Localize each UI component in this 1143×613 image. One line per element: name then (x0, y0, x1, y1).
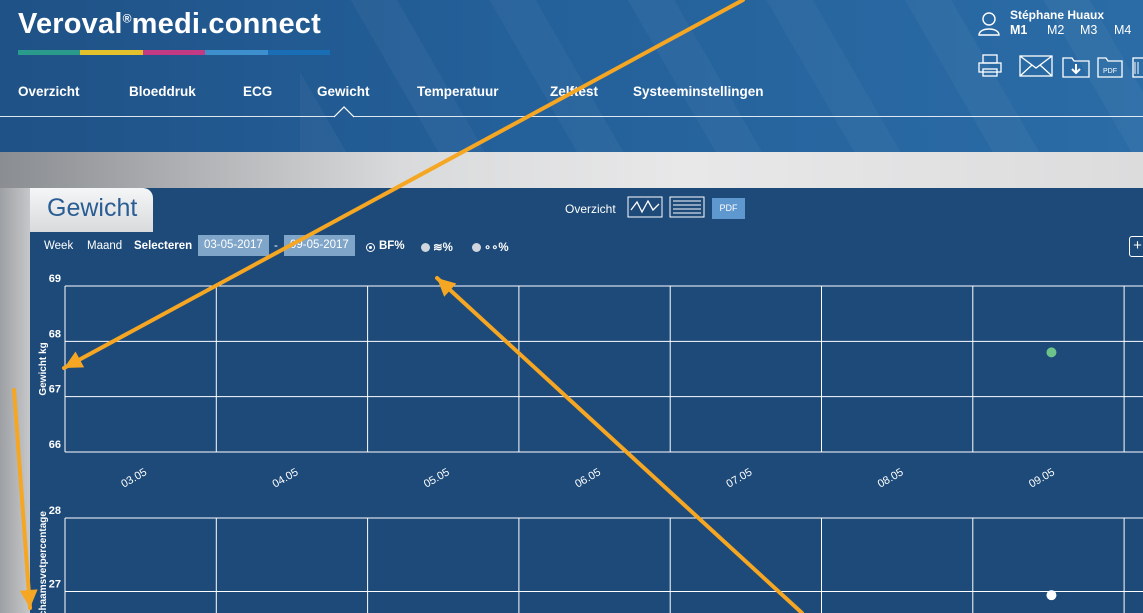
table-icon[interactable] (669, 196, 705, 218)
y-tick-label: 28 (49, 505, 61, 517)
nav-bloeddruk[interactable]: Bloeddruk (129, 84, 196, 99)
y-tick-label: 69 (49, 273, 61, 285)
radio-water[interactable] (421, 243, 430, 252)
memory-m4[interactable]: M4 (1114, 23, 1131, 37)
x-tick-label: 04.05 (271, 466, 301, 490)
main-nav: Overzicht Bloeddruk ECG Gewicht Temperat… (0, 84, 1143, 116)
user-name[interactable]: Stéphane Huaux (1010, 8, 1104, 22)
nav-overzicht[interactable]: Overzicht (18, 84, 80, 99)
nav-zelftest[interactable]: Zelftest (550, 84, 598, 99)
radio-muscle-label: ∘∘% (484, 242, 509, 254)
nav-ecg[interactable]: ECG (243, 84, 272, 99)
date-separator: - (274, 240, 278, 252)
x-tick-label: 03.05 (119, 466, 149, 490)
range-month[interactable]: Maand (87, 240, 122, 252)
pdf-button[interactable]: PDF (712, 198, 745, 219)
nav-systeeminstellingen[interactable]: Systeeminstellingen (633, 84, 764, 99)
radio-bf-label: BF% (379, 240, 405, 252)
memory-m3[interactable]: M3 (1080, 23, 1097, 37)
memory-m1[interactable]: M1 (1010, 23, 1027, 37)
download-folder-icon[interactable] (1062, 54, 1090, 78)
date-from-input[interactable]: 03-05-2017 (198, 235, 269, 256)
color-bar-segment (18, 50, 81, 55)
weight-charts: 69 68 67 66 Gewicht kg 28 27Lichaamsvetpercent… (38, 273, 1143, 613)
toolbar-strip (0, 152, 1143, 188)
nav-underline (0, 116, 1143, 117)
x-tick-label: 09.05 (1027, 466, 1057, 490)
y-tick-label: 68 (49, 328, 61, 340)
more-icon[interactable] (1132, 54, 1143, 78)
logo-color-bar (18, 50, 331, 55)
nav-temperatuur[interactable]: Temperatuur (417, 84, 499, 99)
range-select[interactable]: Selecteren (134, 240, 192, 252)
radio-water-label: ≋% (433, 242, 453, 254)
x-tick-label: 05.05 (422, 466, 452, 490)
nav-gewicht[interactable]: Gewicht (317, 84, 370, 99)
overview-label: Overzicht (565, 202, 616, 216)
radio-bf[interactable] (366, 243, 375, 252)
x-tick-label: 06.05 (573, 466, 603, 490)
range-week[interactable]: Week (44, 240, 73, 252)
x-tick-label: 07.05 (724, 466, 754, 490)
logo-product: medi.connect (131, 8, 321, 40)
svg-text:PDF: PDF (1103, 68, 1117, 75)
line-chart-icon[interactable] (627, 196, 663, 218)
x-tick-label: 08.05 (876, 466, 906, 490)
pdf-icon[interactable]: PDF (1097, 54, 1123, 78)
color-bar-segment (80, 50, 143, 55)
data-point (1046, 590, 1057, 601)
user-icon[interactable] (977, 11, 1001, 37)
panel-title-tab: Gewicht (30, 188, 153, 232)
y-tick-label: 67 (49, 384, 61, 396)
left-gutter (0, 188, 30, 613)
y-tick-label: 27 (49, 579, 61, 591)
active-tab-indicator (334, 106, 354, 118)
printer-icon[interactable] (977, 54, 1003, 78)
date-to-input[interactable]: 09-05-2017 (284, 235, 355, 256)
y-axis-label: Gewicht kg (38, 342, 49, 395)
app-logo: Veroval®medi.connect (18, 8, 321, 40)
mail-icon[interactable] (1019, 54, 1053, 78)
logo-brand: Veroval (18, 8, 123, 40)
color-bar-segment (142, 50, 206, 55)
add-button[interactable]: + (1129, 236, 1143, 257)
weight-panel: 69 68 67 66 Gewicht kg 28 27 Lichaamsvetpercent… (30, 188, 1143, 613)
panel-title: Gewicht (47, 194, 138, 222)
app-header: Veroval®medi.connect Overzicht Bloeddruk… (0, 0, 1143, 152)
color-bar-segment (267, 50, 331, 55)
radio-muscle[interactable] (472, 243, 481, 252)
memory-m2[interactable]: M2 (1047, 23, 1064, 37)
data-point (1046, 347, 1057, 358)
color-bar-segment (205, 50, 268, 55)
y-tick-label: 66 (49, 439, 61, 451)
y-axis-label: Lichaamsvetpercentage (38, 511, 49, 613)
